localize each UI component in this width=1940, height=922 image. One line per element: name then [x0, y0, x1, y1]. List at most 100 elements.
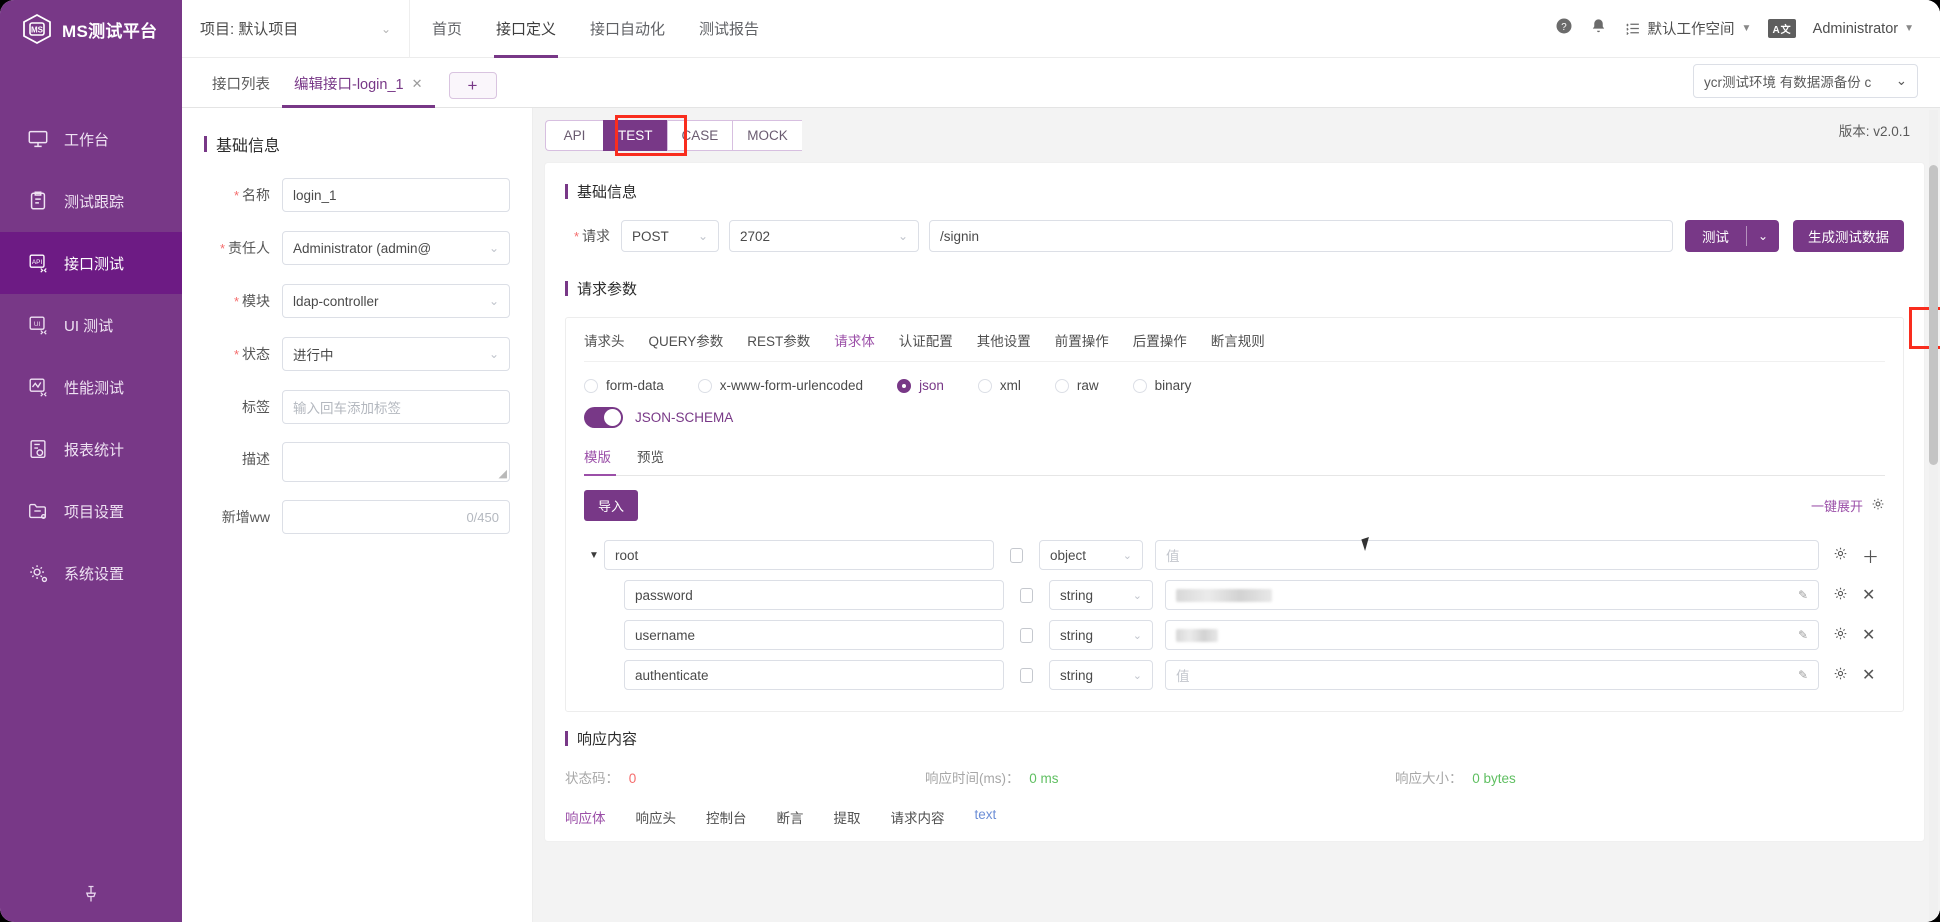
resize-handle-icon[interactable]: ◢ — [499, 467, 507, 480]
status-select[interactable]: 进行中 ⌄ — [282, 337, 510, 371]
tab-api[interactable]: API — [545, 120, 603, 151]
expand-toggle-icon[interactable]: ▼ — [584, 550, 604, 561]
vertical-scrollbar[interactable] — [1929, 110, 1938, 920]
environment-selector[interactable]: ycr测试环境 有数据源备份 c ⌄ — [1693, 64, 1918, 98]
close-icon[interactable]: ✕ — [412, 76, 423, 92]
subtab-preview[interactable]: 预览 — [637, 446, 664, 476]
rtab-assertion[interactable]: 断言 — [777, 807, 804, 827]
name-input[interactable]: login_1 — [282, 178, 510, 212]
generate-test-data-button[interactable]: 生成测试数据 — [1793, 220, 1904, 252]
ptab-assertions[interactable]: 断言规则 — [1211, 330, 1265, 350]
tags-input[interactable]: 输入回车添加标签 — [282, 390, 510, 424]
rtab-console[interactable]: 控制台 — [706, 807, 747, 827]
schema-value-input[interactable]: ✎ — [1165, 620, 1819, 650]
close-icon[interactable]: ✕ — [1862, 665, 1875, 685]
json-schema-toggle[interactable] — [584, 407, 623, 428]
radio-binary[interactable]: binary — [1132, 378, 1191, 393]
ptab-pre-op[interactable]: 前置操作 — [1055, 330, 1109, 350]
schema-value-input[interactable]: 值 ✎ — [1165, 660, 1819, 690]
rtab-body[interactable]: 响应体 — [565, 807, 606, 827]
close-icon[interactable]: ✕ — [1862, 625, 1875, 645]
workspace-selector[interactable]: 默认工作空间 ▼ — [1624, 18, 1751, 39]
sidebar-item-system-settings[interactable]: 系统设置 — [0, 542, 182, 604]
gear-icon[interactable] — [1833, 586, 1848, 604]
schema-type-select[interactable]: string ⌄ — [1049, 620, 1153, 650]
close-icon[interactable]: ✕ — [1862, 585, 1875, 605]
user-menu[interactable]: Administrator ▼ — [1813, 21, 1914, 37]
rtab-headers[interactable]: 响应头 — [636, 807, 677, 827]
sidebar-item-ui-test[interactable]: UI UI 测试 — [0, 294, 182, 356]
edit-pencil-icon[interactable]: ✎ — [1798, 588, 1808, 602]
import-button[interactable]: 导入 — [584, 490, 639, 521]
description-textarea[interactable]: ◢ — [282, 442, 510, 482]
ptab-body[interactable]: 请求体 — [834, 330, 875, 350]
ptab-rest[interactable]: REST参数 — [747, 330, 810, 350]
schema-type-select[interactable]: string ⌄ — [1049, 580, 1153, 610]
main-nav-test-report[interactable]: 测试报告 — [699, 0, 759, 58]
pin-sidebar-button[interactable] — [0, 884, 182, 904]
run-test-button[interactable]: 测试 ⌄ — [1684, 220, 1779, 252]
schema-required-checkbox[interactable] — [1020, 627, 1033, 643]
scrollbar-thumb[interactable] — [1929, 165, 1938, 465]
sidebar-item-api-test[interactable]: API 接口测试 — [0, 232, 182, 294]
module-select[interactable]: ldap-controller ⌄ — [282, 284, 510, 318]
schema-required-checkbox[interactable] — [1010, 547, 1023, 563]
gear-icon[interactable] — [1871, 497, 1885, 514]
main-nav-api-automation[interactable]: 接口自动化 — [590, 0, 665, 58]
sidebar-item-test-track[interactable]: 测试跟踪 — [0, 170, 182, 232]
tab-api-list[interactable]: 接口列表 — [200, 73, 282, 107]
add-tab-button[interactable]: + — [448, 72, 497, 99]
schema-required-checkbox[interactable] — [1020, 587, 1033, 603]
ptab-headers[interactable]: 请求头 — [584, 330, 625, 350]
schema-key-input[interactable]: root — [604, 540, 994, 570]
tab-mock[interactable]: MOCK — [732, 120, 802, 151]
radio-raw[interactable]: raw — [1054, 378, 1099, 393]
ptab-auth[interactable]: 认证配置 — [899, 330, 953, 350]
sidebar-item-report[interactable]: 报表统计 — [0, 418, 182, 480]
subtab-template[interactable]: 模版 — [584, 446, 611, 476]
gear-icon[interactable] — [1833, 626, 1848, 644]
sidebar-item-workbench[interactable]: 工作台 — [0, 108, 182, 170]
new-ww-input[interactable]: 0/450 — [282, 500, 510, 534]
project-selector[interactable]: 项目: 默认项目 ⌄ — [182, 0, 410, 58]
radio-xml[interactable]: xml — [977, 378, 1021, 393]
edit-pencil-icon[interactable]: ✎ — [1798, 668, 1808, 682]
edit-pencil-icon[interactable]: ✎ — [1798, 628, 1808, 642]
schema-value-input[interactable]: 值 — [1155, 540, 1819, 570]
tab-case[interactable]: CASE — [666, 120, 733, 151]
path-input[interactable]: /signin — [929, 220, 1673, 252]
tab-test[interactable]: TEST — [603, 120, 667, 151]
port-select[interactable]: 2702 ⌄ — [729, 220, 919, 252]
schema-key-input[interactable]: username — [624, 620, 1004, 650]
main-nav-api-definition[interactable]: 接口定义 — [494, 0, 559, 58]
chevron-down-icon[interactable]: ⌄ — [1747, 220, 1779, 252]
add-row-icon[interactable]: ＋ — [1862, 543, 1879, 568]
language-switch-button[interactable]: A文 — [1768, 19, 1796, 38]
ptab-other[interactable]: 其他设置 — [977, 330, 1031, 350]
gear-icon[interactable] — [1833, 666, 1848, 684]
response-format-select[interactable]: text — [975, 807, 997, 827]
notification-bell-icon[interactable] — [1590, 18, 1607, 40]
schema-type-select[interactable]: object ⌄ — [1039, 540, 1143, 570]
radio-form-data[interactable]: form-data — [584, 378, 664, 393]
gear-icon[interactable] — [1833, 546, 1848, 564]
schema-type-select[interactable]: string ⌄ — [1049, 660, 1153, 690]
radio-json[interactable]: json — [897, 378, 944, 393]
radio-x-www-form-urlencoded[interactable]: x-www-form-urlencoded — [697, 378, 863, 393]
http-method-select[interactable]: POST ⌄ — [621, 220, 719, 252]
main-nav-home[interactable]: 首页 — [432, 0, 462, 58]
schema-key-input[interactable]: authenticate — [624, 660, 1004, 690]
rtab-extract[interactable]: 提取 — [834, 807, 861, 827]
ptab-query[interactable]: QUERY参数 — [649, 330, 724, 350]
schema-required-checkbox[interactable] — [1020, 667, 1033, 683]
tab-edit-api-login1[interactable]: 编辑接口-login_1 ✕ — [282, 73, 435, 108]
expand-all-button[interactable]: 一键展开 — [1811, 496, 1885, 515]
rtab-request-content[interactable]: 请求内容 — [891, 807, 945, 827]
schema-value-input[interactable]: ✎ — [1165, 580, 1819, 610]
ptab-post-op[interactable]: 后置操作 — [1133, 330, 1187, 350]
sidebar-item-project-settings[interactable]: 项目设置 — [0, 480, 182, 542]
help-icon[interactable]: ? — [1555, 17, 1573, 40]
owner-select[interactable]: Administrator (admin@ ⌄ — [282, 231, 510, 265]
schema-key-input[interactable]: password — [624, 580, 1004, 610]
sidebar-item-performance-test[interactable]: 性能测试 — [0, 356, 182, 418]
